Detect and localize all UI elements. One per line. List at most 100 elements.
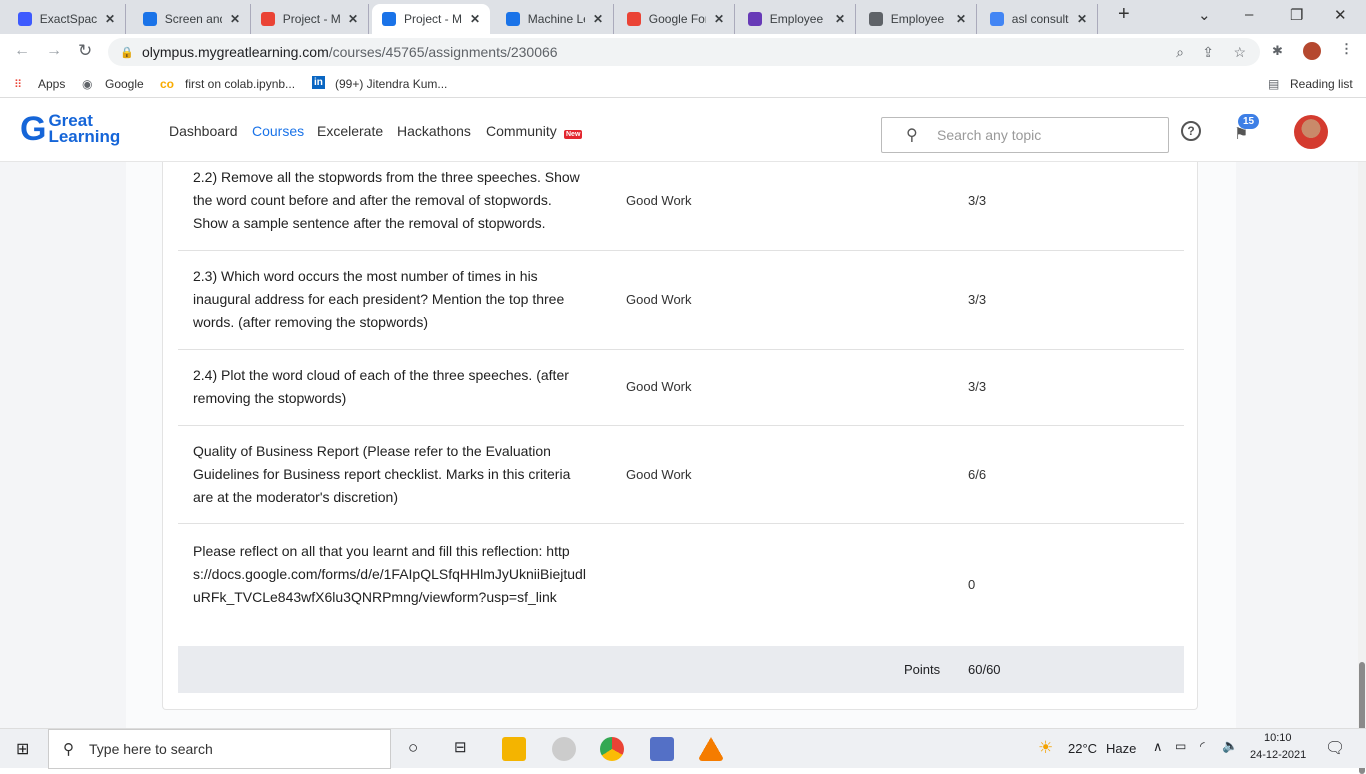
browser-tab[interactable]: Employee ✕ [738,4,856,34]
volume-icon[interactable]: 🔈 [1222,738,1238,754]
close-tab-icon[interactable]: ✕ [956,12,966,26]
bookmark-linkedin[interactable]: (99+) Jitendra Kum... [335,77,447,91]
browser-tab[interactable]: asl consult ✕ [980,4,1098,34]
vlc-icon[interactable] [699,737,723,761]
nav-courses[interactable]: Courses [252,123,304,139]
bookmark-google[interactable]: Google [105,77,144,91]
nav-community[interactable]: Community [486,123,557,139]
url-host: olympus.mygreatlearning.com [142,44,329,60]
close-tab-icon[interactable]: ✕ [593,12,603,26]
close-tab-icon[interactable]: ✕ [1077,12,1087,26]
tab-label: Machine Le [527,12,585,26]
rubric-row: 2.2) Remove all the stopwords from the t… [178,162,1184,251]
apps-grid-icon: ⠿ [14,79,23,91]
great-learning-logo[interactable]: G Great Learning [20,112,120,146]
marks-text: 0 [968,577,976,592]
feedback-text: Good Work [626,379,692,394]
taskbar: ⊞ ⚲ Type here to search ○ ⊟ ☀ 22°C Haze … [0,728,1366,769]
forward-icon[interactable]: → [46,42,62,60]
hp-icon[interactable] [552,737,576,761]
greatlearning-icon [506,12,520,26]
search-icon: ⚲ [63,741,74,758]
url-input[interactable]: 🔒 olympus.mygreatlearning.com/courses/45… [108,38,1260,66]
browser-tab[interactable]: Screen and ✕ [133,4,251,34]
profile-avatar[interactable] [1303,42,1321,60]
user-avatar[interactable] [1294,115,1328,149]
close-tab-icon[interactable]: ✕ [835,12,845,26]
address-bar-row: ← → ↻ 🔒 olympus.mygreatlearning.com/cour… [0,34,1366,70]
battery-icon[interactable]: ▭ [1175,739,1186,753]
minimize-button[interactable]: – [1245,6,1253,23]
rubric-row: Please reflect on all that you learnt an… [178,524,1184,646]
task-view-icon[interactable]: ⊟ [454,738,467,756]
browser-tab[interactable]: Project - M ✕ [372,4,490,34]
tab-label: Employee [890,12,945,26]
feedback-text: Good Work [626,292,692,307]
temperature-text[interactable]: 22°C [1068,741,1097,756]
topic-search-input[interactable]: ⚲ Search any topic [881,117,1169,153]
exactspace-icon [18,12,32,26]
taskbar-search-input[interactable]: ⚲ Type here to search [48,729,391,769]
cortana-icon[interactable]: ○ [408,738,418,758]
zoom-icon[interactable]: ⌕ [1176,44,1184,61]
notifications-icon[interactable]: 🗨 [1325,738,1345,758]
reading-list-button[interactable]: Reading list [1290,77,1353,91]
nav-hackathons[interactable]: Hackathons [397,123,471,139]
close-tab-icon[interactable]: ✕ [230,12,240,26]
scrollbar[interactable] [1358,162,1366,774]
tray-chevron-icon[interactable]: ∧ [1153,739,1163,755]
bookmark-apps[interactable]: Apps [38,77,65,91]
search-icon: ⚲ [906,127,918,144]
share-icon[interactable]: ⇪ [1202,44,1214,61]
wifi-icon[interactable]: ◜ [1200,739,1205,753]
bookmark-colab[interactable]: first on colab.ipynb... [185,77,295,91]
weather-text[interactable]: Haze [1106,741,1136,756]
marks-text: 3/3 [968,379,987,394]
help-icon[interactable]: ? [1181,121,1201,141]
tab-label: Project - M [403,12,462,26]
browser-tab[interactable]: Employee ✕ [859,4,977,34]
tab-label: asl consult [1011,12,1069,26]
greatlearning-icon [382,12,396,26]
bookmark-star-icon[interactable]: ☆ [1233,44,1246,61]
browser-tab[interactable]: Google For ✕ [617,4,735,34]
close-tab-icon[interactable]: ✕ [714,12,724,26]
tab-strip: ExactSpace✕Screen and✕Project - M✕Projec… [0,0,1366,34]
site-header: G Great Learning Dashboard Courses Excel… [0,102,1366,162]
back-icon[interactable]: ← [14,42,30,60]
marks-text: 3/3 [968,292,987,307]
browser-tab[interactable]: ExactSpace ✕ [8,4,126,34]
chrome-icon[interactable] [600,737,624,761]
nav-excelerate[interactable]: Excelerate [317,123,383,139]
search-placeholder: Search any topic [937,127,1042,143]
reload-icon[interactable]: ↻ [78,41,92,61]
clock-date[interactable]: 24-12-2021 [1250,749,1306,761]
menu-icon[interactable]: ⋮ [1340,41,1353,57]
extensions-icon[interactable]: ✱ [1272,43,1283,59]
tab-label: ExactSpace [39,12,97,26]
close-tab-icon[interactable]: ✕ [348,12,358,26]
lock-icon: 🔒 [120,46,134,59]
close-tab-icon[interactable]: ✕ [105,12,115,26]
new-tab-button[interactable]: + [1118,3,1130,26]
browser-tab[interactable]: Project - M ✕ [251,4,369,34]
linkedin-icon: in [312,76,325,89]
criterion-text: 2.3) Which word occurs the most number o… [193,268,565,330]
criterion-text: Quality of Business Report (Please refer… [193,443,571,505]
clock-time[interactable]: 10:10 [1264,732,1292,744]
close-tab-icon[interactable]: ✕ [470,12,480,26]
restore-button[interactable]: ❐ [1290,6,1303,24]
remote-desktop-icon[interactable] [650,737,674,761]
file-explorer-icon[interactable] [502,737,526,761]
nav-dashboard[interactable]: Dashboard [169,123,238,139]
gmail-icon [261,12,275,26]
screen-icon [143,12,157,26]
tab-label: Employee [769,12,824,26]
marks-text: 3/3 [968,193,987,208]
browser-tab[interactable]: Machine Le ✕ [496,4,614,34]
logo-g-icon: G [20,110,47,148]
rubric-row: 2.4) Plot the word cloud of each of the … [178,350,1184,426]
windows-start-icon[interactable]: ⊞ [16,739,29,759]
tab-search-icon[interactable]: ⌄ [1198,6,1211,24]
close-window-button[interactable]: ✕ [1334,6,1347,24]
